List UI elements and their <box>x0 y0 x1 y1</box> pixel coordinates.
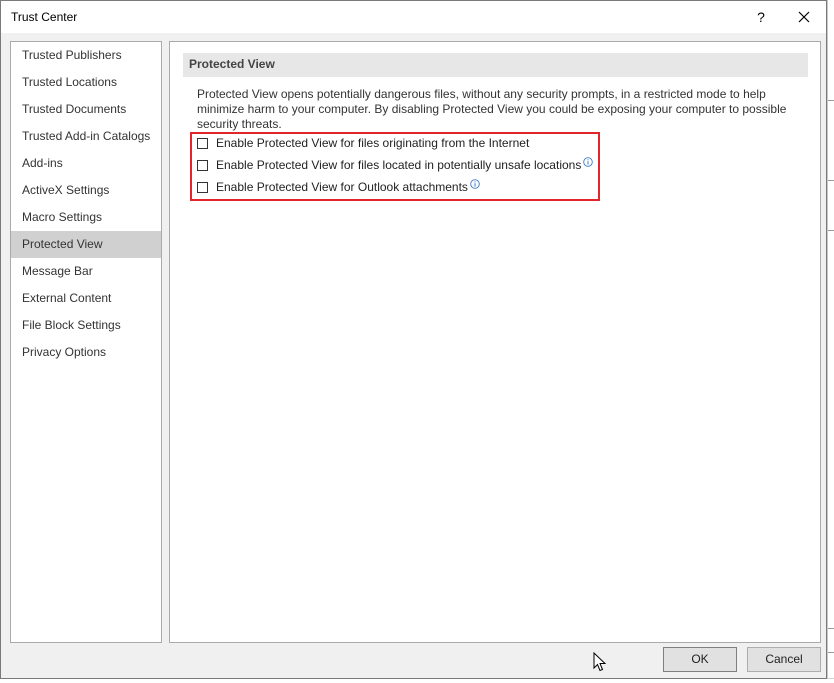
sidebar-item-external-content[interactable]: External Content <box>11 285 161 312</box>
close-icon <box>798 11 810 23</box>
info-icon[interactable] <box>583 157 594 167</box>
sidebar-item-protected-view[interactable]: Protected View <box>11 231 161 258</box>
option-internet-files[interactable]: Enable Protected View for files originat… <box>197 135 529 151</box>
cancel-button[interactable]: Cancel <box>747 647 821 672</box>
sidebar-item-macro-settings[interactable]: Macro Settings <box>11 204 161 231</box>
title-bar: Trust Center ? <box>1 1 826 33</box>
sidebar-item-add-ins[interactable]: Add-ins <box>11 150 161 177</box>
ok-button[interactable]: OK <box>663 647 737 672</box>
close-button[interactable] <box>787 4 821 30</box>
background-window-edge <box>827 0 834 683</box>
info-icon[interactable] <box>470 179 480 189</box>
sidebar-item-activex-settings[interactable]: ActiveX Settings <box>11 177 161 204</box>
section-title: Protected View <box>183 53 808 77</box>
section-description: Protected View opens potentially dangero… <box>197 87 787 131</box>
checkbox-outlook-attachments[interactable] <box>197 181 208 193</box>
option-unsafe-locations[interactable]: Enable Protected View for files located … <box>197 157 594 173</box>
option-label-unsafe-locations[interactable]: Enable Protected View for files located … <box>216 158 581 172</box>
checkbox-unsafe-locations[interactable] <box>197 159 208 171</box>
dialog-title: Trust Center <box>11 10 78 24</box>
sidebar-item-privacy-options[interactable]: Privacy Options <box>11 339 161 366</box>
sidebar-item-message-bar[interactable]: Message Bar <box>11 258 161 285</box>
sidebar-item-trusted-documents[interactable]: Trusted Documents <box>11 96 161 123</box>
trust-center-dialog: Trust Center ? Trusted Publishers Truste… <box>0 0 827 679</box>
sidebar-item-trusted-publishers[interactable]: Trusted Publishers <box>11 42 161 69</box>
mouse-cursor-icon <box>593 652 607 672</box>
option-label-outlook-attachments[interactable]: Enable Protected View for Outlook attach… <box>216 180 468 194</box>
option-outlook-attachments[interactable]: Enable Protected View for Outlook attach… <box>197 179 480 195</box>
checkbox-internet-files[interactable] <box>197 137 208 149</box>
sidebar-nav: Trusted Publishers Trusted Locations Tru… <box>10 41 162 643</box>
help-button[interactable]: ? <box>745 4 777 30</box>
sidebar-item-trusted-add-in-catalogs[interactable]: Trusted Add-in Catalogs <box>11 123 161 150</box>
settings-panel: Protected View Protected View opens pote… <box>169 41 821 643</box>
sidebar-item-trusted-locations[interactable]: Trusted Locations <box>11 69 161 96</box>
option-label-internet-files[interactable]: Enable Protected View for files originat… <box>216 136 529 150</box>
sidebar-item-file-block-settings[interactable]: File Block Settings <box>11 312 161 339</box>
